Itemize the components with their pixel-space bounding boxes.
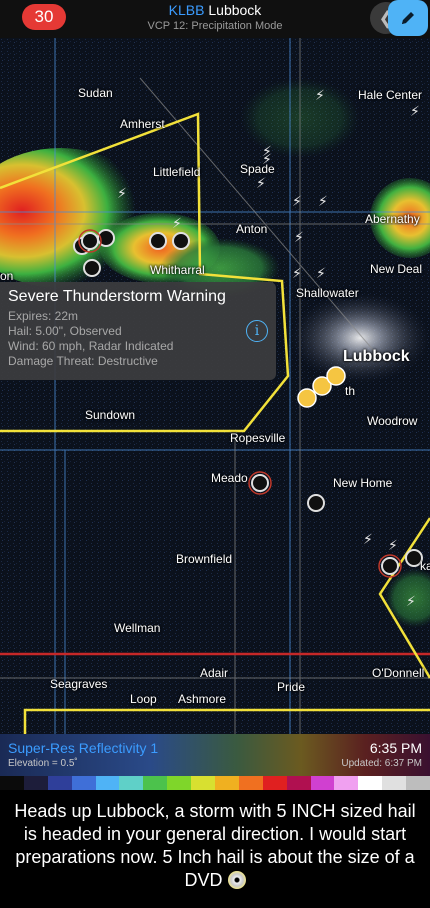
town-new-deal: New Deal — [370, 262, 423, 276]
scale-swatch — [358, 776, 383, 790]
town-woodrow: Woodrow — [367, 414, 418, 428]
svg-text:⚡: ⚡ — [318, 194, 328, 210]
svg-text:⚡: ⚡ — [410, 104, 420, 120]
scale-swatch — [95, 776, 120, 790]
dvd-icon — [227, 871, 246, 889]
town-wolfforth-partial: th — [345, 384, 356, 398]
scale-swatch — [143, 776, 168, 790]
svg-text:⚡: ⚡ — [388, 538, 398, 554]
station-title: KLBB Lubbock — [0, 2, 430, 18]
town-wellman: Wellman — [114, 621, 161, 635]
town-left-edge: on — [0, 269, 14, 283]
svg-text:⚡: ⚡ — [172, 216, 182, 232]
pencil-icon[interactable] — [388, 0, 428, 36]
town-loop: Loop — [130, 692, 157, 706]
reflectivity-color-scale — [0, 776, 430, 790]
meme-caption: Heads up Lubbock, a storm with 5 INCH si… — [14, 800, 416, 892]
scale-swatch — [191, 776, 216, 790]
town-sundown: Sundown — [85, 408, 136, 422]
vcp-subtitle: VCP 12: Precipitation Mode — [147, 20, 283, 32]
updated-time: Updated: 6:37 PM — [341, 758, 422, 769]
town-pride: Pride — [277, 680, 306, 694]
top-bar: 30 KLBB Lubbock VCP 12: Precipitation Mo… — [0, 0, 430, 38]
svg-text:⚡: ⚡ — [292, 266, 302, 282]
svg-text:⚡: ⚡ — [294, 230, 304, 246]
radar-map[interactable]: ⚡ ⚡ ⚡ ⚡ ⚡ ⚡ ⚡ ⚡ ⚡ ⚡ ⚡ ⚡ ⚡ ⚡ ⚡ Sudan Hale… — [0, 38, 430, 734]
town-new-home: New Home — [333, 476, 393, 490]
warning-wind: Wind: 60 mph, Radar Indicated — [8, 339, 174, 353]
warning-popup[interactable]: Severe Thunderstorm Warning Expires: 22m… — [0, 282, 276, 380]
svg-text:⚡: ⚡ — [256, 176, 266, 192]
svg-text:⚡: ⚡ — [292, 194, 302, 210]
elevation-label: Elevation = 0.5˚ — [8, 758, 78, 769]
warning-hail: Hail: 5.00", Observed — [8, 324, 122, 338]
town-meadow: Meado — [211, 471, 248, 485]
scale-swatch — [310, 776, 335, 790]
svg-text:⚡: ⚡ — [315, 88, 325, 104]
town-sudan: Sudan — [78, 86, 113, 100]
scale-swatch — [119, 776, 144, 790]
caption-text: Heads up Lubbock, a storm with 5 INCH si… — [14, 801, 416, 890]
town-seagraves: Seagraves — [50, 677, 108, 691]
station-code: KLBB — [168, 2, 205, 18]
scale-swatch — [334, 776, 359, 790]
scale-swatch — [47, 776, 72, 790]
station-location: Lubbock — [208, 2, 262, 18]
town-odonnell: O'Donnell — [372, 666, 425, 680]
scale-swatch — [286, 776, 311, 790]
warning-damage: Damage Threat: Destructive — [8, 354, 158, 368]
scale-swatch — [71, 776, 96, 790]
radar-imagery: ⚡ ⚡ ⚡ ⚡ ⚡ ⚡ ⚡ ⚡ ⚡ ⚡ ⚡ ⚡ ⚡ ⚡ ⚡ — [0, 38, 430, 734]
svg-text:⚡: ⚡ — [316, 266, 326, 282]
town-littlefield: Littlefield — [153, 165, 201, 179]
town-amherst: Amherst — [120, 117, 165, 131]
warning-expires: Expires: 22m — [8, 309, 79, 323]
town-hale-center: Hale Center — [358, 88, 423, 102]
town-lubbock: Lubbock — [343, 348, 410, 365]
town-spade: Spade — [240, 162, 275, 176]
scale-swatch — [238, 776, 263, 790]
town-brownfield: Brownfield — [176, 552, 233, 566]
town-ashmore: Ashmore — [178, 692, 227, 706]
scale-swatch — [262, 776, 287, 790]
svg-text:⚡: ⚡ — [406, 594, 416, 610]
town-shallowater: Shallowater — [296, 286, 359, 300]
town-adair: Adair — [200, 666, 229, 680]
scan-time: 6:35 PM — [369, 740, 422, 756]
radar-title[interactable]: KLBB Lubbock VCP 12: Precipitation Mode — [0, 2, 430, 32]
info-icon[interactable]: i — [246, 320, 268, 342]
warning-title: Severe Thunderstorm Warning — [8, 288, 226, 305]
town-abernathy: Abernathy — [365, 212, 420, 226]
status-bar[interactable]: Super-Res Reflectivity 1 Elevation = 0.5… — [0, 734, 430, 776]
scale-swatch — [167, 776, 192, 790]
scale-swatch — [23, 776, 48, 790]
scale-swatch — [406, 776, 430, 790]
town-right-edge: ka — [420, 559, 430, 573]
product-label[interactable]: Super-Res Reflectivity 1 — [8, 740, 158, 756]
town-ropesville: Ropesville — [230, 431, 286, 445]
svg-text:⚡: ⚡ — [117, 186, 127, 202]
town-anton: Anton — [236, 222, 268, 236]
scale-swatch — [215, 776, 239, 790]
scale-swatch — [382, 776, 407, 790]
scale-swatch — [0, 776, 24, 790]
town-whitharral: Whitharral — [150, 263, 205, 277]
svg-text:⚡: ⚡ — [363, 532, 373, 548]
